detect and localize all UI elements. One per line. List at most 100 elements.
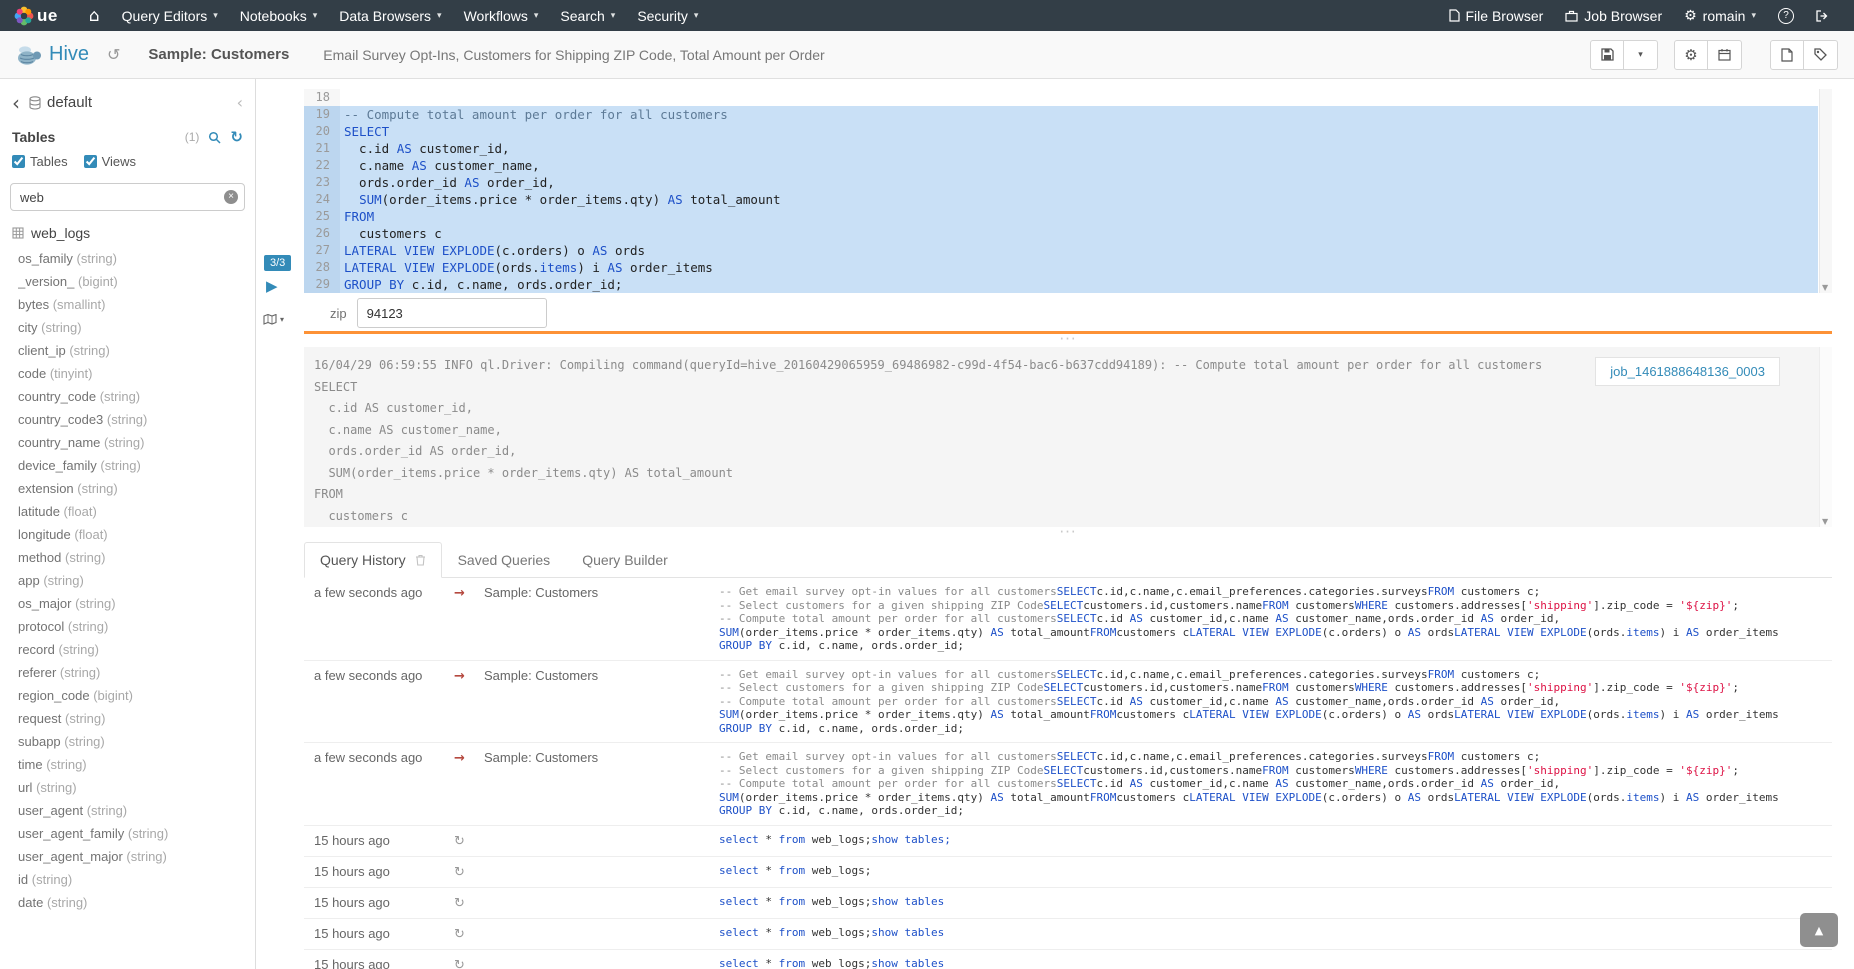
column-item-date[interactable]: date (string): [18, 891, 245, 914]
column-item-url[interactable]: url (string): [18, 776, 245, 799]
column-item-client-ip[interactable]: client_ip (string): [18, 339, 245, 362]
column-item-method[interactable]: method (string): [18, 546, 245, 569]
editor-line-23[interactable]: 23 ords.order_id AS order_id,: [304, 174, 1818, 191]
editor-line-19[interactable]: 19-- Compute total amount per order for …: [304, 106, 1818, 123]
database-selector[interactable]: default: [29, 94, 92, 111]
column-item-record[interactable]: record (string): [18, 638, 245, 661]
clear-search-icon[interactable]: ×: [224, 190, 238, 204]
browse-dropdown-button[interactable]: ▾: [263, 314, 284, 325]
column-item-user-agent-major[interactable]: user_agent_major (string): [18, 845, 245, 868]
home-button[interactable]: ⌂: [78, 0, 111, 31]
history-row[interactable]: 15 hours ago↻select * from web_logs;show…: [304, 888, 1832, 919]
editor-scrollbar[interactable]: ▼: [1819, 89, 1832, 293]
history-row[interactable]: 15 hours ago↻select * from web_logs;show…: [304, 919, 1832, 950]
column-item-user-agent-family[interactable]: user_agent_family (string): [18, 822, 245, 845]
scroll-to-top-button[interactable]: ▲: [1800, 913, 1838, 947]
execute-button[interactable]: ▶: [266, 277, 278, 295]
nav-menu-workflows[interactable]: Workflows▾: [453, 0, 550, 31]
column-item-id[interactable]: id (string): [18, 868, 245, 891]
column-item-subapp[interactable]: subapp (string): [18, 730, 245, 753]
column-item-app[interactable]: app (string): [18, 569, 245, 592]
collapse-panel-icon[interactable]: ‹: [237, 93, 243, 112]
column-item-code[interactable]: code (tinyint): [18, 362, 245, 385]
column-item-referer[interactable]: referer (string): [18, 661, 245, 684]
show-tables-checkbox[interactable]: Tables: [12, 154, 68, 169]
hue-logo[interactable]: ue: [14, 6, 58, 26]
column-item-country-code3[interactable]: country_code3 (string): [18, 408, 245, 431]
column-item-request[interactable]: request (string): [18, 707, 245, 730]
tables-count: (1): [185, 130, 200, 144]
history-row[interactable]: 15 hours ago↻select * from web_logs;show…: [304, 950, 1832, 969]
editor-line-24[interactable]: 24 SUM(order_items.price * order_items.q…: [304, 191, 1818, 208]
table-search-input[interactable]: [10, 183, 245, 211]
query-history-icon[interactable]: ↺: [107, 45, 120, 64]
editor-line-28[interactable]: 28LATERAL VIEW EXPLODE(ords.items) i AS …: [304, 259, 1818, 276]
tab-saved-queries[interactable]: Saved Queries: [442, 542, 567, 578]
briefcase-icon: [1565, 10, 1578, 22]
editor-line-26[interactable]: 26 customers c: [304, 225, 1818, 242]
show-views-checkbox[interactable]: Views: [84, 154, 136, 169]
column-item-time[interactable]: time (string): [18, 753, 245, 776]
refresh-icon[interactable]: ↻: [230, 128, 243, 146]
editor-line-18[interactable]: 18: [304, 89, 1818, 106]
nav-menu-query-editors[interactable]: Query Editors▾: [111, 0, 229, 31]
editor-line-29[interactable]: 29GROUP BY c.id, c.name, ords.order_id;: [304, 276, 1818, 293]
nav-menu-notebooks[interactable]: Notebooks▾: [229, 0, 328, 31]
job-browser-button[interactable]: Job Browser: [1554, 0, 1673, 31]
history-row[interactable]: a few seconds ago→Sample: Customers-- Ge…: [304, 743, 1832, 826]
hive-app-button[interactable]: Hive: [16, 43, 89, 67]
column-item-protocol[interactable]: protocol (string): [18, 615, 245, 638]
nav-menu-security[interactable]: Security▾: [626, 0, 709, 31]
history-row[interactable]: 15 hours ago↻select * from web_logs;: [304, 857, 1832, 888]
column-item-country-name[interactable]: country_name (string): [18, 431, 245, 454]
column-item-longitude[interactable]: longitude (float): [18, 523, 245, 546]
file-browser-button[interactable]: File Browser: [1438, 0, 1555, 31]
table-item[interactable]: web_logs: [0, 221, 255, 247]
editor-line-25[interactable]: 25FROM: [304, 208, 1818, 225]
column-item-latitude[interactable]: latitude (float): [18, 500, 245, 523]
history-row[interactable]: 15 hours ago↻select * from web_logs;show…: [304, 826, 1832, 857]
resize-gripper[interactable]: ···: [304, 527, 1832, 540]
log-line: FROM: [314, 484, 1788, 506]
history-row[interactable]: a few seconds ago→Sample: Customers-- Ge…: [304, 578, 1832, 661]
tab-query-builder[interactable]: Query Builder: [566, 542, 684, 578]
column-item-region-code[interactable]: region_code (bigint): [18, 684, 245, 707]
header-actions: ▾ ⚙: [1590, 40, 1838, 70]
logout-button[interactable]: [1805, 0, 1840, 31]
settings-button[interactable]: ⚙: [1674, 40, 1708, 70]
column-item--version-[interactable]: _version_ (bigint): [18, 270, 245, 293]
editor-line-21[interactable]: 21 c.id AS customer_id,: [304, 140, 1818, 157]
editor-line-20[interactable]: 20SELECT: [304, 123, 1818, 140]
clear-history-icon[interactable]: [415, 554, 426, 566]
resize-gripper[interactable]: ···: [304, 334, 1832, 347]
column-item-os-family[interactable]: os_family (string): [18, 247, 245, 270]
nav-menu-search[interactable]: Search▾: [549, 0, 626, 31]
schedule-button[interactable]: [1708, 40, 1742, 70]
tags-button[interactable]: [1804, 40, 1838, 70]
search-toggle-button[interactable]: [208, 131, 221, 144]
column-item-user-agent[interactable]: user_agent (string): [18, 799, 245, 822]
save-dropdown-button[interactable]: ▾: [1624, 40, 1658, 70]
nav-menu-data-browsers[interactable]: Data Browsers▾: [328, 0, 452, 31]
views-checkbox-input[interactable]: [84, 155, 97, 168]
column-item-device-family[interactable]: device_family (string): [18, 454, 245, 477]
user-menu[interactable]: ⚙ romain ▾: [1673, 0, 1767, 31]
new-document-button[interactable]: [1770, 40, 1804, 70]
column-item-extension[interactable]: extension (string): [18, 477, 245, 500]
column-item-country-code[interactable]: country_code (string): [18, 385, 245, 408]
back-icon[interactable]: ‹: [12, 96, 20, 110]
job-link[interactable]: job_1461888648136_0003: [1595, 357, 1780, 386]
save-button[interactable]: [1590, 40, 1624, 70]
column-item-bytes[interactable]: bytes (smallint): [18, 293, 245, 316]
history-row[interactable]: a few seconds ago→Sample: Customers-- Ge…: [304, 661, 1832, 744]
tables-checkbox-input[interactable]: [12, 155, 25, 168]
editor-line-22[interactable]: 22 c.name AS customer_name,: [304, 157, 1818, 174]
column-item-os-major[interactable]: os_major (string): [18, 592, 245, 615]
variable-input[interactable]: [357, 298, 547, 328]
editor-line-27[interactable]: 27LATERAL VIEW EXPLODE(c.orders) o AS or…: [304, 242, 1818, 259]
tab-query-history[interactable]: Query History: [304, 542, 442, 578]
log-scrollbar[interactable]: ▼: [1819, 347, 1832, 527]
column-item-city[interactable]: city (string): [18, 316, 245, 339]
help-button[interactable]: ?: [1767, 0, 1805, 31]
sql-editor[interactable]: 18 19-- Compute total amount per order f…: [304, 89, 1832, 293]
